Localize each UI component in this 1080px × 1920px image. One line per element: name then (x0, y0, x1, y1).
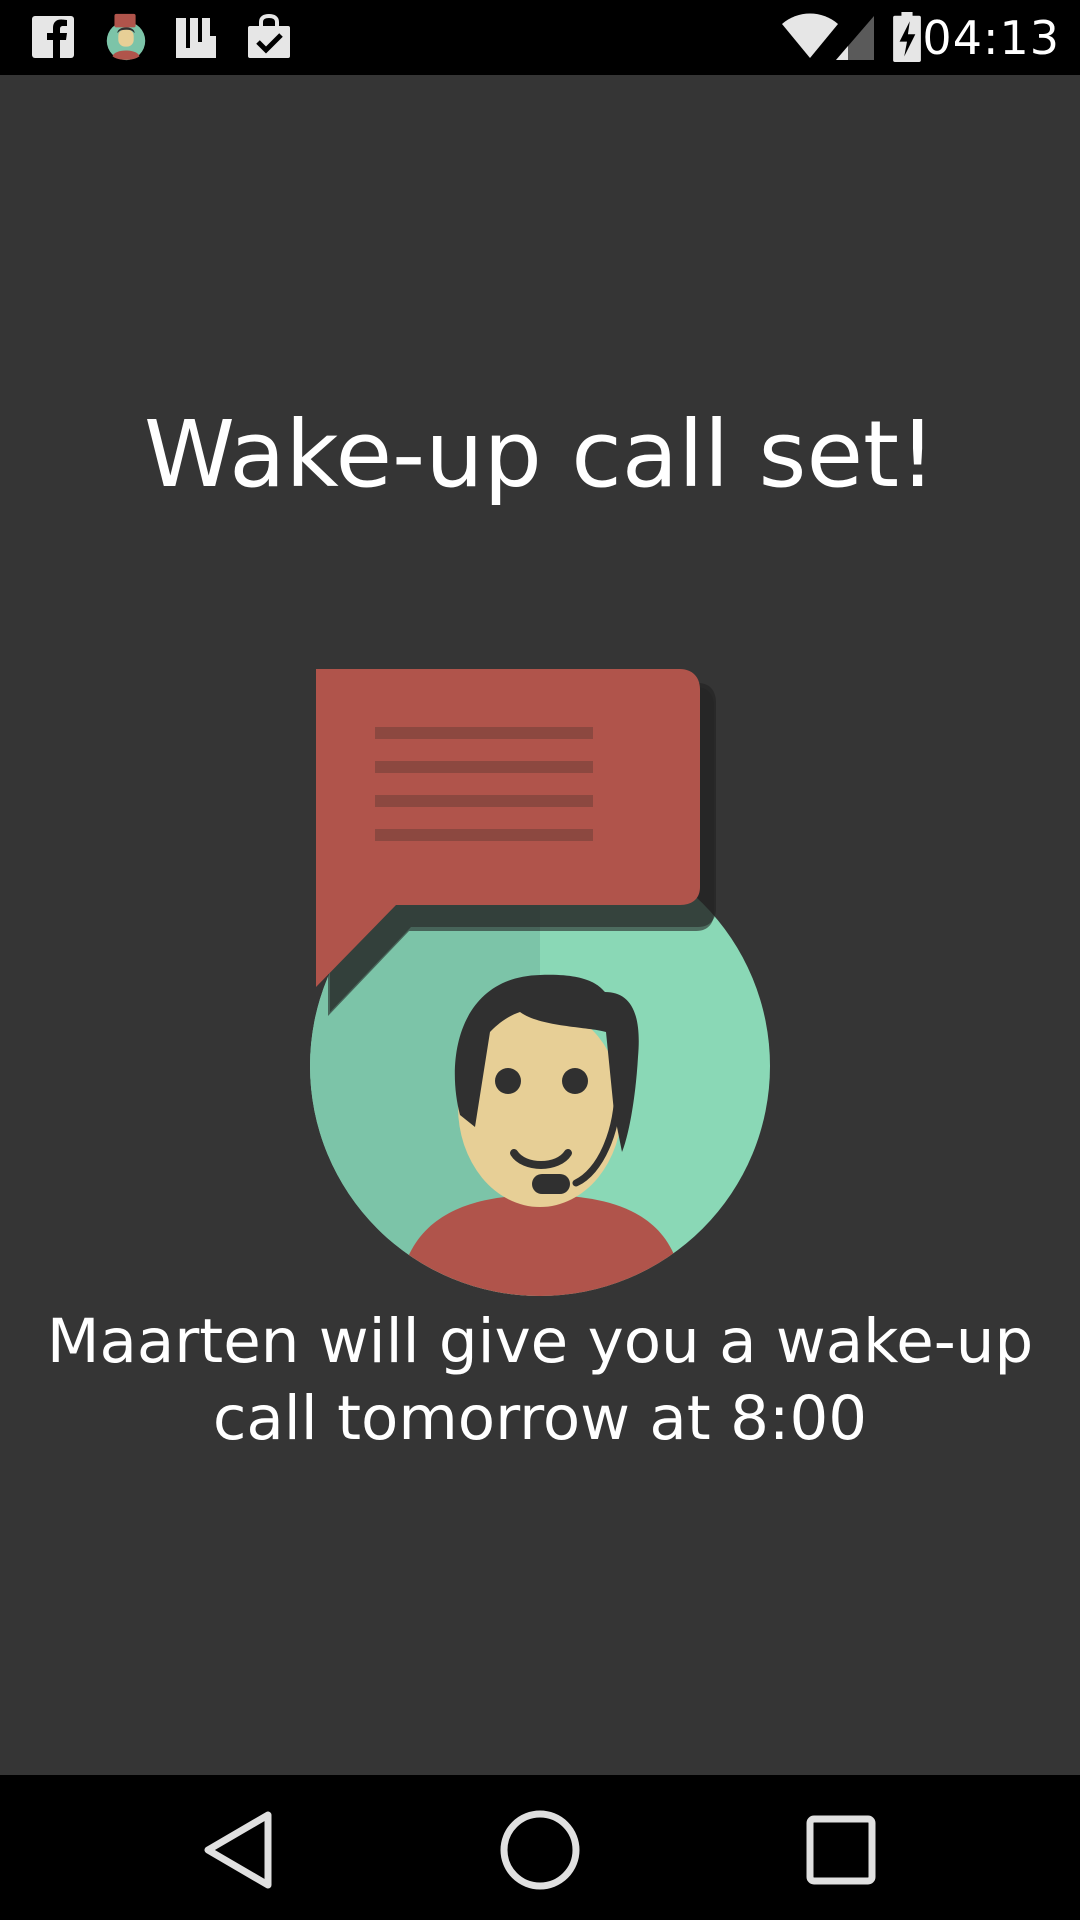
line-app-icon (176, 18, 216, 58)
operator-illustration (310, 669, 770, 1296)
confirmation-message: Maarten will give you a wake-up call tom… (46, 1306, 1034, 1454)
facebook-icon (32, 16, 74, 58)
status-bar: 04:13 (0, 0, 1080, 75)
shopping-bag-icon (248, 13, 290, 58)
main-content: Wake-up call set! Maarten will give you … (0, 75, 1080, 1775)
clock: 04:13 (922, 11, 1060, 65)
navigation-bar (0, 1775, 1080, 1920)
cellular-signal-icon (836, 16, 874, 60)
home-icon[interactable] (490, 1805, 590, 1895)
battery-charging-icon (893, 12, 921, 62)
recents-icon[interactable] (790, 1805, 890, 1895)
back-icon[interactable] (190, 1805, 290, 1895)
wifi-icon (782, 13, 838, 58)
app-avatar-icon (106, 13, 146, 61)
screen: 04:13 Wake-up call set! Maarten will giv… (0, 0, 1080, 1920)
page-title: Wake-up call set! (143, 401, 937, 508)
